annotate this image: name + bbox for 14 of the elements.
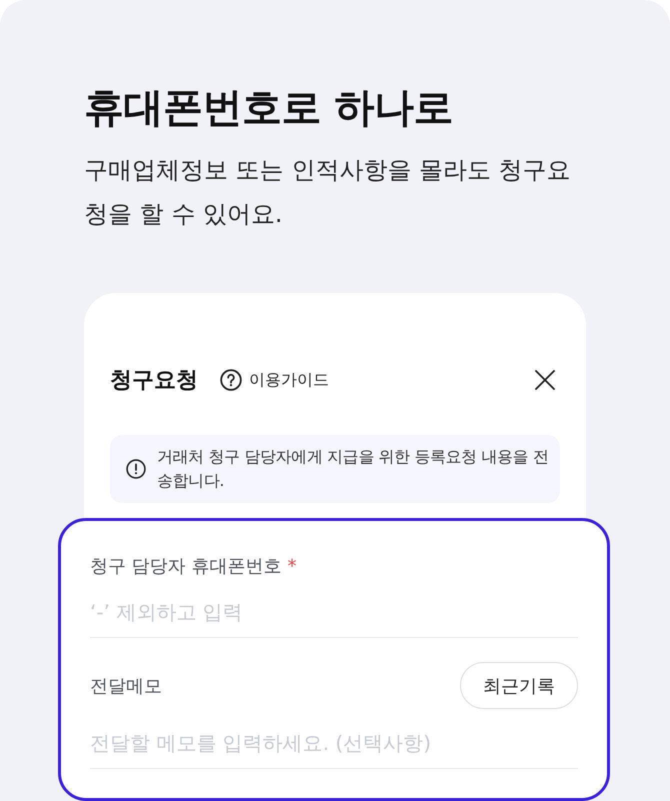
info-icon [126,459,146,479]
hero-title: 휴대폰번호로 하나로 [84,84,453,133]
required-mark: * [287,556,296,576]
hero-subtitle: 구매업체정보 또는 인적사항을 몰라도 청구요청을 할 수 있어요. [84,155,572,230]
input-field[interactable]: 전달할 메모를 입력하세요. (선택사항) [90,717,578,769]
field-label: 전달메모 [90,674,162,698]
guide-link[interactable]: 이용가이드 [220,369,329,391]
help-icon [220,369,242,391]
dialog-title: 청구요청 [110,367,198,395]
close-icon[interactable] [535,370,555,390]
field-label: 청구 담당자 휴대폰번호 [90,555,282,578]
notice-text: 거래처 청구 담당자에게 지급을 위한 등록요청 내용을 전송합니다. [157,446,550,492]
input-field[interactable]: ‘-’ 제외하고 입력 [90,586,578,638]
recent-history-button[interactable]: 최근기록 [460,662,578,709]
